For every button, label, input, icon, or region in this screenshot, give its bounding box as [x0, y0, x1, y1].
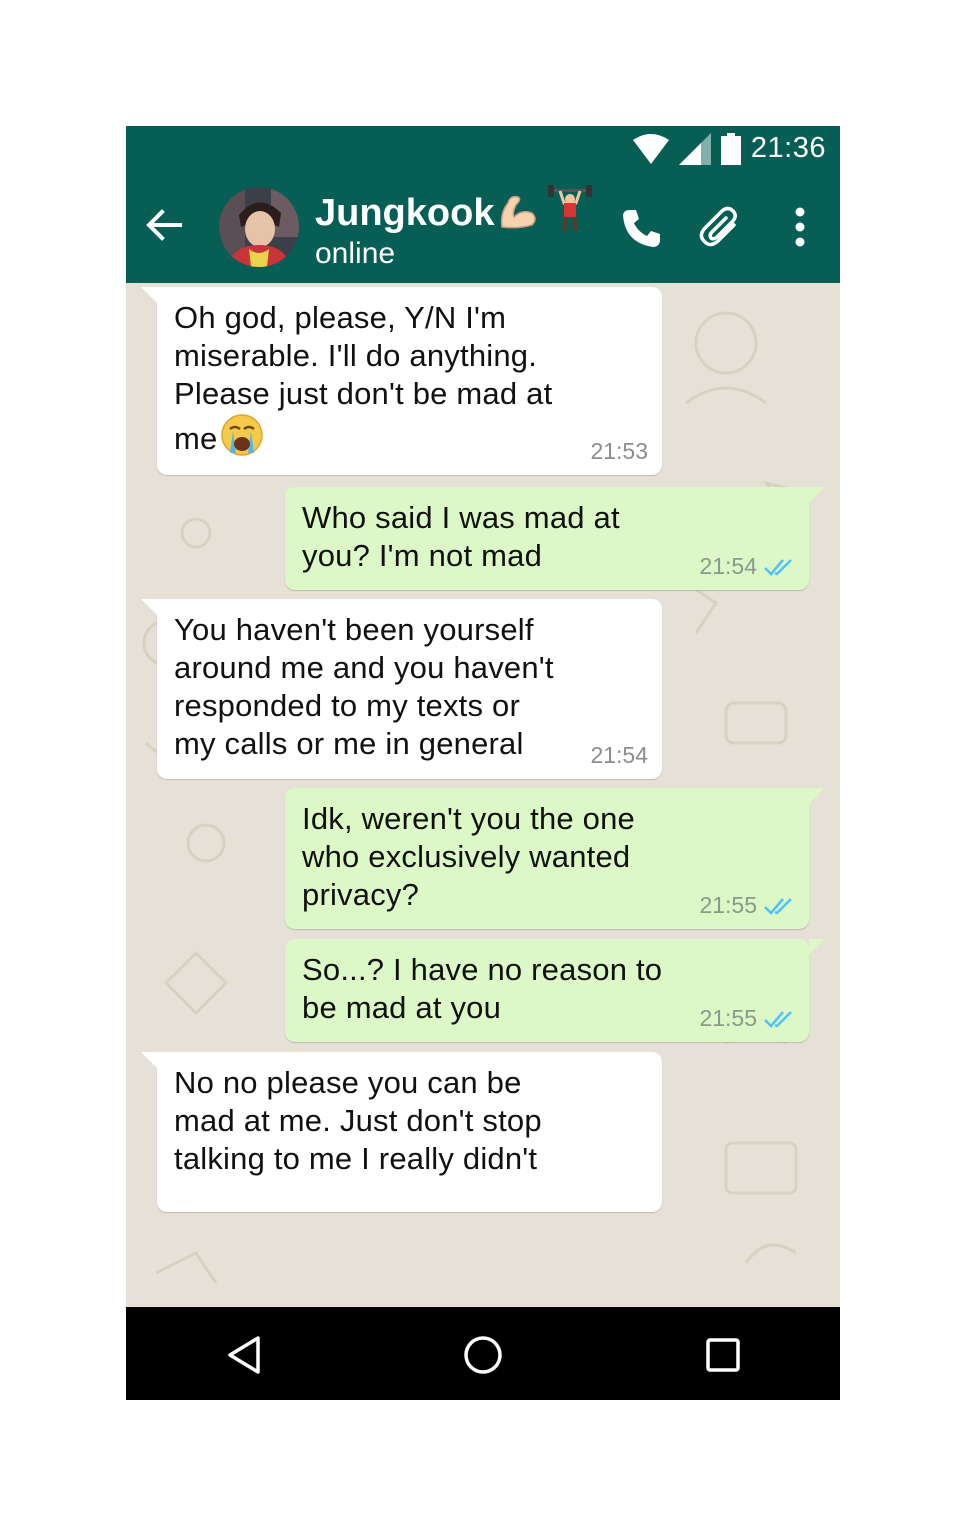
double-check-icon: [764, 1010, 792, 1028]
message-bubble-incoming[interactable]: Oh god, please, Y/N I'm miserable. I'll …: [141, 287, 662, 475]
message-meta: 21:54: [699, 553, 795, 580]
message-bubble-outgoing[interactable]: So...? I have no reason to be mad at you…: [285, 939, 825, 1042]
message-meta: 21:53: [590, 438, 648, 465]
message-text: Oh god, please, Y/N I'm miserable. I'll …: [174, 300, 553, 456]
status-time: 21:36: [750, 132, 826, 164]
message-time: 21:55: [699, 892, 757, 918]
message-text: No no please you can be mad at me. Just …: [174, 1065, 542, 1176]
wifi-icon: [632, 133, 669, 164]
nav-back-icon[interactable]: [226, 1335, 262, 1375]
message-meta: 21:54: [590, 742, 648, 769]
back-arrow-icon[interactable]: [144, 203, 184, 247]
message-meta: 21:55: [699, 1005, 795, 1032]
contact-status: online: [315, 237, 396, 270]
loudly-crying-face-icon: [221, 414, 264, 456]
contact-name-text: Jungkook: [315, 192, 495, 234]
phone-screen: 21:36 Jungkook online Oh god, please, Y/…: [126, 126, 840, 1400]
message-meta: 21:55: [699, 892, 795, 919]
contact-name[interactable]: Jungkook: [315, 185, 594, 235]
message-time: 21:54: [699, 553, 757, 579]
more-icon[interactable]: [794, 207, 806, 247]
message-bubble-incoming[interactable]: No no please you can be mad at me. Just …: [141, 1052, 662, 1212]
signal-icon: [678, 132, 711, 165]
chat-header: Jungkook online: [126, 171, 840, 283]
status-bar: 21:36: [126, 126, 840, 171]
message-time: 21:54: [590, 742, 648, 768]
message-bubble-incoming[interactable]: You haven't been yourself around me and …: [141, 599, 662, 779]
chat-area[interactable]: Oh god, please, Y/N I'm miserable. I'll …: [126, 283, 840, 1307]
nav-recents-icon[interactable]: [705, 1337, 741, 1373]
flexed-biceps-icon: [501, 195, 537, 229]
message-text: Idk, weren't you the one who exclusively…: [302, 801, 635, 912]
message-bubble-outgoing[interactable]: Who said I was mad at you? I'm not mad 2…: [285, 487, 825, 590]
avatar[interactable]: [219, 187, 299, 267]
weight-lifter-icon: [548, 185, 593, 231]
double-check-icon: [764, 897, 792, 915]
battery-icon: [720, 132, 741, 165]
message-text: Who said I was mad at you? I'm not mad: [302, 500, 620, 573]
nav-home-icon[interactable]: [463, 1335, 503, 1375]
message-text: You haven't been yourself around me and …: [174, 612, 554, 761]
message-time: 21:53: [590, 438, 648, 464]
double-check-icon: [764, 558, 792, 576]
phone-icon[interactable]: [621, 207, 663, 249]
message-text: So...? I have no reason to be mad at you: [302, 952, 663, 1025]
attach-icon[interactable]: [698, 205, 746, 253]
message-bubble-outgoing[interactable]: Idk, weren't you the one who exclusively…: [285, 788, 825, 929]
system-nav-bar: [126, 1307, 840, 1400]
message-time: 21:55: [699, 1005, 757, 1031]
